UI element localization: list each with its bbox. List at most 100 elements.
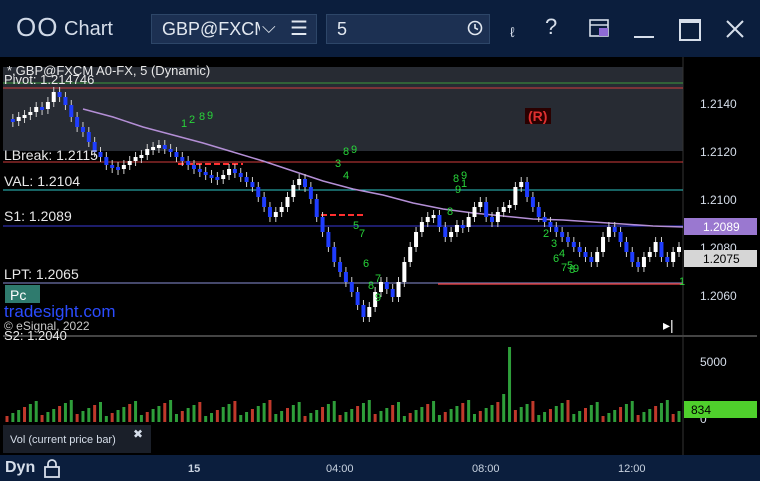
td-label: 8 [199, 111, 205, 123]
candle [501, 207, 506, 212]
candle [180, 157, 185, 161]
volume-bar [46, 412, 50, 422]
candle [57, 92, 62, 97]
volume-bar [642, 412, 646, 422]
volume-bar [110, 413, 114, 422]
help-icon[interactable]: ? [545, 14, 557, 40]
candle [244, 177, 249, 182]
candle [320, 217, 325, 232]
candle [542, 217, 547, 222]
candle [16, 117, 21, 121]
td-label: 4 [559, 248, 565, 260]
volume-bar [315, 410, 319, 422]
candle [197, 169, 202, 172]
candle [536, 207, 541, 217]
s2-label: S2: 1.2040 [4, 328, 67, 343]
maximize-icon[interactable] [679, 19, 701, 41]
candle [659, 242, 664, 257]
volume-bar [455, 406, 459, 422]
volume-bar [624, 404, 628, 422]
candle [34, 107, 39, 112]
draw-icon[interactable]: ℓ [510, 24, 515, 40]
symbol-selector[interactable]: GBP@FXCM ⌵ ☰ [151, 14, 317, 44]
candle [314, 199, 319, 217]
candle [133, 157, 138, 161]
symbol-input[interactable]: GBP@FXCM [162, 19, 260, 40]
candle [624, 242, 629, 252]
candle [601, 237, 606, 252]
chevron-down-icon[interactable]: ⌵ [262, 17, 276, 38]
volume-bar [198, 402, 202, 422]
td-label: 6 [363, 258, 369, 270]
td-label: 4 [343, 170, 349, 182]
candle [338, 262, 343, 272]
time-tick: 15 [188, 463, 201, 475]
volume-bar [361, 403, 365, 422]
dyn-label[interactable]: Dyn [5, 459, 35, 477]
td-label: 9 [375, 292, 381, 304]
volume-bar [268, 400, 272, 422]
volume-bar [40, 415, 44, 422]
close-volume-icon[interactable]: ✖ [133, 427, 143, 441]
td-label: 1 [679, 276, 685, 288]
candle [227, 169, 232, 175]
candle [408, 247, 413, 262]
volume-bar [461, 403, 465, 422]
volume-bar [589, 405, 593, 422]
volume-bar [619, 407, 623, 422]
candle [630, 252, 635, 262]
lbreak-label: LBreak: 1.2115 [4, 147, 98, 163]
volume-bar [467, 400, 471, 422]
layout-icon[interactable] [588, 17, 610, 39]
candle [40, 107, 45, 110]
price-volume-chart[interactable]: 8 98 98 97891 23456789 1234567 891 (R) 1.2140 … [3, 57, 757, 455]
volume-bar [186, 408, 190, 422]
volume-bar [5, 416, 9, 422]
interval-selector[interactable]: 5 [326, 14, 490, 44]
clock-icon[interactable] [467, 20, 483, 36]
lpt-label: LPT: 1.2065 [4, 266, 79, 282]
volume-bar [630, 401, 634, 422]
candle [256, 187, 261, 197]
candle [636, 262, 641, 267]
price-tag-current-text: 1.2075 [703, 252, 740, 266]
volume-bar [34, 401, 38, 422]
candle [548, 222, 553, 227]
volume-bar [98, 402, 102, 422]
volume-bar [443, 412, 447, 422]
close-icon[interactable] [724, 18, 746, 40]
candle [151, 147, 156, 150]
td-label: 2 [543, 228, 549, 240]
candle [232, 169, 237, 173]
candle [361, 305, 366, 317]
volume-bar [210, 413, 214, 422]
minimize-icon[interactable] [634, 36, 654, 38]
volume-bar [356, 406, 360, 422]
volume-bar [508, 347, 512, 422]
volume-bar [239, 415, 243, 422]
candle [75, 117, 80, 127]
volume-bar [607, 413, 611, 422]
volume-bar [338, 415, 342, 422]
candle [45, 102, 50, 109]
app-icon: OO [16, 12, 59, 42]
candle [69, 105, 74, 117]
lock-icon[interactable] [42, 458, 62, 478]
volume-bar [274, 414, 278, 422]
volume-bar [385, 408, 389, 422]
candle [530, 197, 535, 207]
candle [431, 215, 436, 218]
volume-bar [17, 410, 21, 422]
volume-bar [613, 410, 617, 422]
chart-area[interactable]: 8989897891234567891234567891 (R) 1.2140 … [3, 57, 757, 455]
price-tick: 1.2100 [700, 193, 737, 207]
scroll-to-end-icon[interactable]: ▸| [663, 317, 674, 333]
price-tick: 1.2060 [700, 289, 737, 303]
volume-bar [519, 407, 523, 422]
interval-input[interactable]: 5 [337, 19, 347, 40]
candle [577, 247, 582, 252]
candle [618, 232, 623, 242]
candle [80, 127, 85, 132]
volume-bar [326, 404, 330, 422]
menu-icon[interactable]: ☰ [290, 16, 308, 41]
